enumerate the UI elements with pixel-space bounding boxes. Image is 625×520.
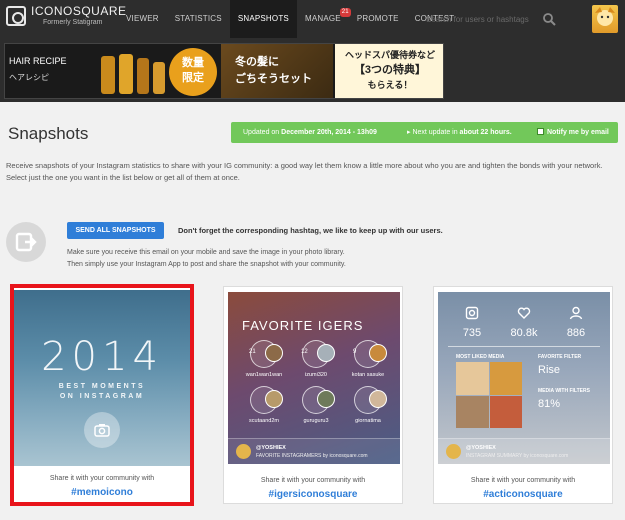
snapshot-card-igersiconosquare[interactable]: FAVORITE IGERS 21 wan1wan1wan 12 izumi32… [223,286,403,504]
ad-brand-jp: ヘアレシピ [9,73,49,82]
update-status-bar: Updated on December 20th, 2014 - 13h09 ▸… [231,122,618,143]
snapshot-card-memoicono[interactable]: 2014 BEST MOMENTS ON INSTAGRAM Share it … [10,284,194,506]
stat-value: 886 [566,327,586,339]
search-box [420,8,560,30]
stat-likes: 80.8k [502,306,546,339]
media-filters-label: MEDIA WITH FILTERS [538,388,590,394]
snapshot-footer: @YOSHIEX FAVORITE INSTAGRAMERS by iconos… [228,438,400,464]
ad-offer-1: ヘッドスパ優待券など [344,50,435,60]
search-icon[interactable] [542,12,556,26]
stat-media: 735 [450,306,494,339]
most-liked-label: MOST LIKED MEDIA [456,354,505,360]
square-icon [465,306,479,320]
footer-username: @YOSHIEX [466,445,496,451]
top-navigation-bar: ICONOSQUARE Formerly Statigram VIEWER ST… [0,0,625,38]
instruction-line-1: Make sure you receive this email on your… [67,249,345,256]
iger-item: 9 kotan sasuke [342,340,394,380]
hashtag-link[interactable]: #memoicono [14,487,190,498]
person-icon [569,306,583,320]
ad-tagline-2: ごちそうセット [235,73,312,85]
snapshot-footer: @YOSHIEX INSTAGRAM SUMMARY by iconosquar… [438,438,610,464]
ad-offer-3: もらえる！ [367,80,413,90]
snapshot-thumbnail[interactable]: 735 80.8k 886 MOST LIKED MEDIA FAVORITE … [438,292,610,464]
iger-item: guruguru3 [290,386,342,426]
share-text: Share it with your community with [49,475,155,482]
iger-item: 21 wan1wan1wan [238,340,290,380]
iger-item: 12 izumi320 [290,340,342,380]
intro-text: Receive snapshots of your Instagram stat… [6,161,603,182]
ad-tagline-1: 冬の髪に [235,56,279,68]
send-all-snapshots-button[interactable]: SEND ALL SNAPSHOTS [67,222,164,239]
iconosquare-logo[interactable]: ICONOSQUARE Formerly Statigram [6,5,127,27]
iger-item: scutaand2m [238,386,290,426]
share-text: Share it with your community with [470,477,576,484]
user-avatar[interactable] [592,5,618,33]
heart-icon [517,307,531,319]
ad-strip: HAIR RECIPE ヘアレシピ 数量 限定 冬の髪に ごちそうセット ヘッド… [0,38,625,102]
share-instructions: Make sure you receive this email on your… [67,247,346,271]
camera-seal-icon [84,412,120,448]
update-info: Updated on December 20th, 2014 - 13h09 [243,129,377,136]
notify-email-toggle[interactable]: Notify me by email [537,122,609,143]
main-nav: VIEWER STATISTICS SNAPSHOTS MANAGE 21 PR… [118,0,462,38]
favorite-filter-label: FAVORITE FILTER [538,354,582,360]
footer-subtitle: FAVORITE INSTAGRAMERS by iconosquare.com [256,453,368,459]
footer-avatar [236,444,251,459]
nav-manage[interactable]: MANAGE 21 [297,0,351,38]
most-liked-media-grid [456,362,522,428]
ad-offer-2: 【3つの特典】 [353,64,427,76]
nav-viewer[interactable]: VIEWER [118,0,167,38]
instruction-line-2: Then simply use your Instagram App to po… [67,261,346,268]
ad-offer: ヘッドスパ優待券など 【3つの特典】 もらえる！ [335,44,443,98]
iger-item: giornatima [342,386,394,426]
page-title: Snapshots [8,124,89,143]
nav-snapshots[interactable]: SNAPSHOTS [229,0,297,38]
footer-avatar [446,444,461,459]
favorite-igers-title: FAVORITE IGERS [242,318,364,333]
logo-subtitle: Formerly Statigram [43,19,103,26]
media-filters-value: 81% [538,398,561,410]
avatar-face-icon [595,7,615,26]
stat-followers: 886 [554,306,598,339]
snapshot-subtitle: BEST MOMENTS ON INSTAGRAM [58,383,146,400]
share-export-icon [6,222,46,262]
stat-value: 80.8k [510,327,538,339]
nav-promote[interactable]: PROMOTE [349,0,407,38]
nav-manage-label: MANAGE [304,14,341,23]
snapshot-thumbnail[interactable]: 2014 BEST MOMENTS ON INSTAGRAM [14,290,190,466]
notify-checkbox[interactable] [537,127,544,135]
ad-brand: HAIR RECIPE [9,56,67,66]
footer-subtitle: INSTAGRAM SUMMARY by iconosquare.com [466,453,569,459]
hashtag-link[interactable]: #acticonosquare [434,489,612,500]
favorite-filter-value: Rise [538,364,561,376]
search-input[interactable] [420,8,538,30]
footer-username: @YOSHIEX [256,445,286,451]
logo-mark-icon [6,6,26,26]
ad-tagline: 冬の髪に ごちそうセット [221,44,333,98]
hashtag-link[interactable]: #igersiconosquare [224,489,402,500]
stat-value: 735 [462,327,482,339]
ad-limited-circle: 数量 限定 [169,48,217,96]
snapshot-thumbnail[interactable]: FAVORITE IGERS 21 wan1wan1wan 12 izumi32… [228,292,400,464]
share-text: Share it with your community with [260,477,366,484]
logo-name: ICONOSQUARE [31,4,127,18]
advertisement-banner[interactable]: HAIR RECIPE ヘアレシピ 数量 限定 冬の髪に ごちそうセット ヘッド… [4,43,444,99]
nav-statistics[interactable]: STATISTICS [167,0,230,38]
product-bottles-image [101,54,165,94]
snapshot-card-acticonosquare[interactable]: 735 80.8k 886 MOST LIKED MEDIA FAVORITE … [433,286,613,504]
snapshot-year: 2014 [41,334,163,380]
stats-divider [448,346,600,347]
hashtag-note: Don't forget the corresponding hashtag, … [178,226,443,235]
next-update-info: ▸ Next update in about 22 hours. [407,129,512,136]
